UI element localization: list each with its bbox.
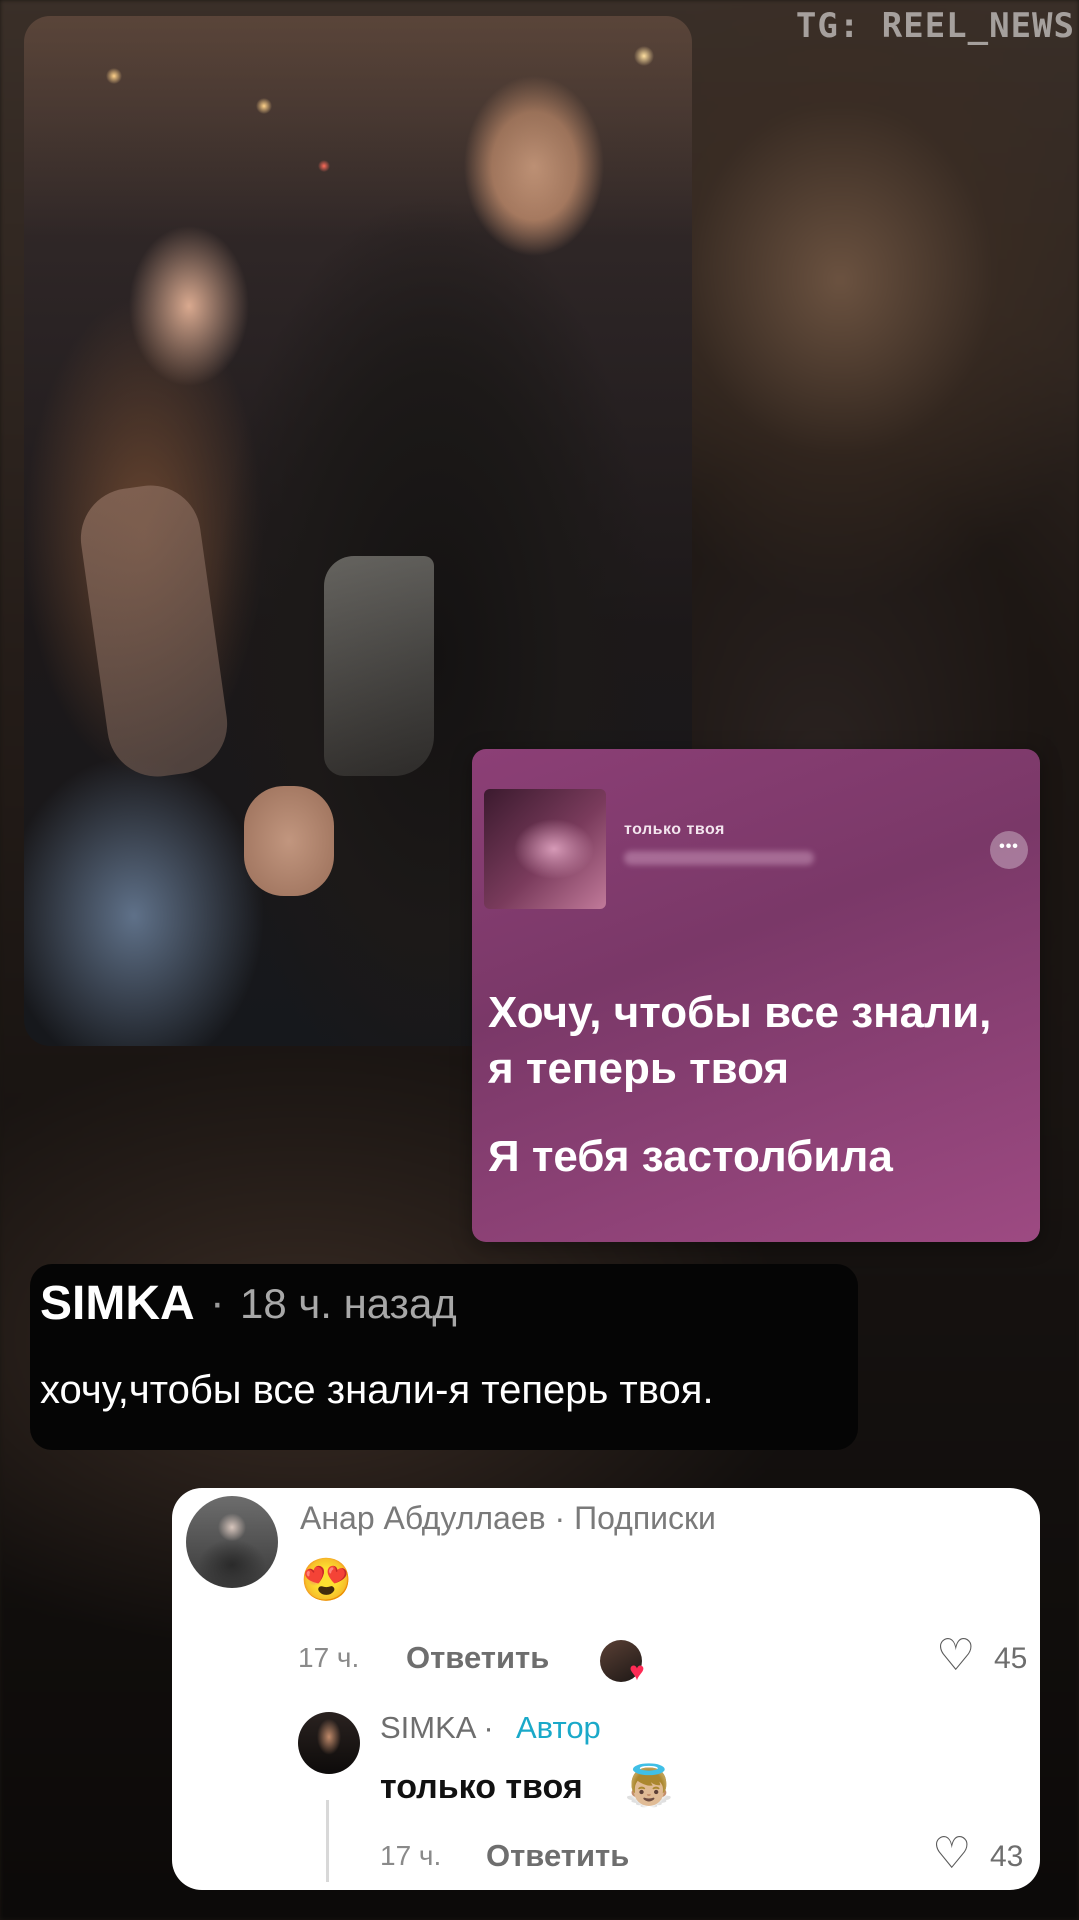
- background-lights: [24, 16, 692, 236]
- song-title: только твоя: [624, 821, 725, 838]
- caption-author[interactable]: SIMKA: [40, 1276, 195, 1331]
- caption-separator: ·: [210, 1278, 225, 1327]
- shirt-print: [324, 556, 434, 776]
- comments-panel: Анар Абдуллаев · Подписки 😍 17 ч. Ответи…: [172, 1488, 1040, 1890]
- lyric-line: я теперь твоя: [488, 1044, 790, 1093]
- heart-icon[interactable]: ♡: [932, 1832, 971, 1876]
- lyric-line: Я тебя застолбила: [488, 1132, 893, 1181]
- music-lyrics-card[interactable]: только твоя ••• Хочу, чтобы все знали, я…: [472, 749, 1040, 1242]
- watermark: TG: REEL_NEWS: [795, 6, 1075, 46]
- reply-author[interactable]: SIMKA ·: [380, 1710, 494, 1746]
- angel-emoji: 👼🏼: [624, 1764, 674, 1808]
- like-count: 45: [994, 1642, 1028, 1675]
- reply-text: только твоя: [380, 1768, 583, 1806]
- caption-text: хочу,чтобы все знали-я теперь твоя.: [40, 1368, 714, 1412]
- author-badge: Автор: [516, 1710, 601, 1745]
- comment-time: 17 ч.: [380, 1840, 442, 1871]
- reply-button[interactable]: Ответить: [406, 1640, 549, 1676]
- post-caption: SIMKA · 18 ч. назад хочу,чтобы все знали…: [30, 1264, 858, 1450]
- comment-author[interactable]: Анар Абдуллаев · Подписки: [300, 1500, 716, 1537]
- hand: [244, 786, 334, 896]
- tattooed-arm: [74, 479, 234, 783]
- lyric-line: Хочу, чтобы все знали,: [488, 988, 992, 1037]
- comment-time: 17 ч.: [298, 1642, 360, 1673]
- reply-button[interactable]: Ответить: [486, 1838, 629, 1874]
- heart-icon[interactable]: ♡: [936, 1634, 975, 1678]
- song-artist-blurred: [624, 851, 814, 865]
- thread-line: [326, 1800, 329, 1882]
- avatar[interactable]: [186, 1496, 278, 1588]
- creator-liked-heart-icon: ♥: [629, 1656, 645, 1686]
- like-count: 43: [990, 1840, 1024, 1873]
- avatar[interactable]: [298, 1712, 360, 1774]
- caption-time: 18 ч. назад: [240, 1280, 457, 1327]
- more-options-button[interactable]: •••: [990, 831, 1028, 869]
- comment-text: 😍: [300, 1556, 353, 1603]
- album-cover: [484, 789, 606, 909]
